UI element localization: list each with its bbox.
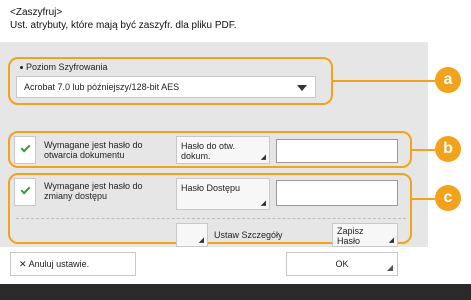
bullet-icon — [20, 66, 23, 70]
access-password-label: Wymagane jest hasło do zmiany dostępu — [44, 181, 143, 201]
screen-subtitle: Ust. atrybuty, które mają być zaszyfr. d… — [10, 20, 237, 31]
caret-down-icon — [297, 85, 307, 91]
details-button[interactable]: ◢ — [176, 223, 208, 247]
open-password-checkbox[interactable] — [14, 136, 36, 164]
corner-arrow-icon: ◢ — [260, 154, 266, 161]
encryption-level-select[interactable]: Acrobat 7.0 lub późniejszy/128-bit AES — [16, 76, 316, 98]
close-icon: ✕ — [19, 259, 27, 269]
callout-line-b — [412, 149, 435, 151]
checkmark-icon — [20, 184, 31, 195]
ok-button[interactable]: OK ◢ — [286, 252, 398, 276]
access-password-button[interactable]: Hasło Dostępu ◢ — [176, 178, 270, 210]
callout-a: a — [435, 67, 461, 93]
cancel-settings-button[interactable]: ✕ Anuluj ustawie. — [10, 252, 136, 276]
header: <Zaszyfruj> Ust. atrybuty, które mają by… — [10, 6, 237, 32]
details-label: Ustaw Szczegóły — [214, 230, 283, 240]
encryption-level-label: Poziom Szyfrowania — [20, 62, 108, 72]
open-password-button[interactable]: Hasło do otw. dokum. ◢ — [176, 136, 270, 164]
divider — [16, 218, 406, 219]
checkmark-icon — [20, 142, 31, 153]
save-password-button[interactable]: Zapisz Hasło ◢ — [332, 223, 398, 247]
corner-arrow-icon: ◢ — [260, 200, 266, 207]
callout-b: b — [435, 136, 461, 162]
corner-arrow-icon: ◢ — [198, 237, 204, 244]
callout-line-c — [412, 198, 435, 200]
access-password-checkbox[interactable] — [14, 178, 36, 206]
access-password-input[interactable] — [276, 180, 398, 206]
open-password-input[interactable] — [276, 139, 398, 163]
status-bar — [0, 284, 471, 300]
corner-arrow-icon: ◢ — [386, 263, 393, 272]
open-password-label: Wymagane jest hasło do otwarcia dokument… — [44, 140, 143, 160]
screen-title: <Zaszyfruj> — [10, 7, 63, 18]
encryption-level-value: Acrobat 7.0 lub późniejszy/128-bit AES — [24, 82, 180, 92]
callout-c: c — [435, 185, 461, 211]
callout-line-a — [333, 80, 435, 82]
corner-arrow-icon: ◢ — [388, 237, 394, 244]
